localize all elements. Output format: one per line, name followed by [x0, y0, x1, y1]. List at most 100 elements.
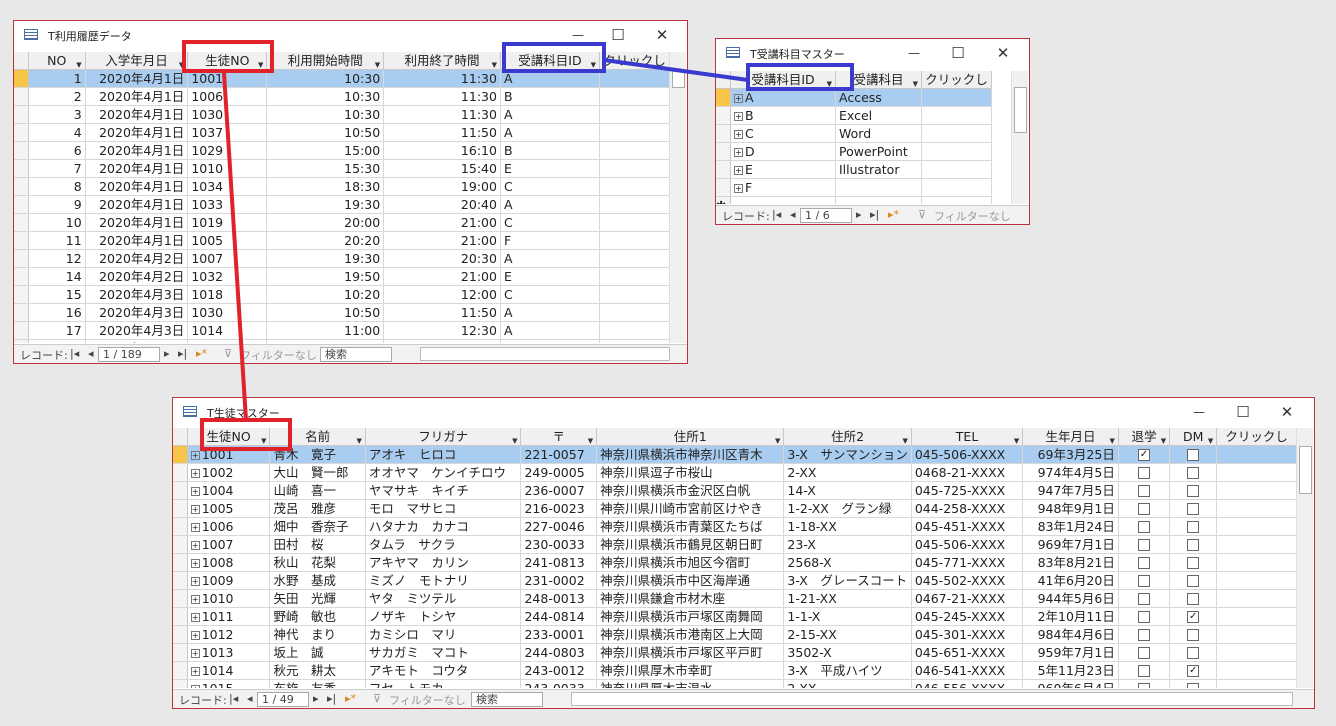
table-row[interactable]: +1006 畑中 香奈子 ハタナカ カナコ 227-0046 神奈川県横浜市青葉区たちば…	[173, 517, 1297, 536]
table-cell[interactable]: 216-0023	[520, 499, 598, 518]
table-cell[interactable]	[1216, 661, 1297, 680]
table-row[interactable]: 182020年4月3日100611:5012:50B	[14, 339, 670, 343]
table-row[interactable]: + E Illustrator	[716, 160, 992, 179]
table-cell[interactable]: A	[500, 249, 600, 268]
table-cell[interactable]: ヤタ ミツテル	[365, 589, 522, 608]
table-cell[interactable]: 2020年4月2日	[85, 249, 189, 268]
table-cell[interactable]	[599, 87, 670, 106]
table-cell[interactable]: 2-15-XX	[783, 625, 912, 644]
table-cell[interactable]: 12:00	[383, 285, 501, 304]
table-cell[interactable]: Access	[835, 88, 922, 107]
next-record-icon[interactable]: ▸	[313, 692, 319, 705]
table-cell[interactable]	[599, 213, 670, 232]
table-cell[interactable]	[1169, 517, 1218, 536]
table-cell[interactable]: +1009	[187, 571, 271, 590]
table-cell[interactable]: +1002	[187, 463, 271, 482]
table-cell[interactable]	[599, 141, 670, 160]
table-cell[interactable]	[921, 142, 992, 161]
table-cell[interactable]	[1118, 589, 1171, 608]
new-record-icon[interactable]: ▸*	[196, 347, 207, 360]
dm-checkbox[interactable]: ✓	[1187, 665, 1200, 677]
dm-checkbox[interactable]	[1187, 539, 1200, 551]
table-cell[interactable]: 神奈川県鎌倉市材木座	[596, 589, 785, 608]
table-cell[interactable]: アキヤマ カリン	[365, 553, 522, 572]
record-selector[interactable]	[173, 607, 188, 626]
table-cell[interactable]: 20:30	[383, 249, 501, 268]
record-position-field[interactable]: 1 / 189	[98, 347, 160, 362]
table-cell[interactable]	[599, 249, 670, 268]
dm-checkbox[interactable]: ✓	[1187, 611, 1200, 623]
table-cell[interactable]: 野崎 敏也	[269, 607, 366, 626]
table-cell[interactable]	[1118, 607, 1171, 626]
dm-checkbox[interactable]	[1187, 503, 1200, 515]
table-cell[interactable]: +1013	[187, 643, 271, 662]
table-cell[interactable]	[1216, 625, 1297, 644]
table-cell[interactable]	[599, 195, 670, 214]
table-cell[interactable]: 2020年4月2日	[85, 267, 189, 286]
table-cell[interactable]: + E	[730, 160, 836, 179]
table-cell[interactable]: 1019	[187, 213, 268, 232]
table-cell[interactable]: Word	[835, 124, 922, 143]
table-cell[interactable]: 18	[28, 339, 86, 343]
dropdown-arrow-icon[interactable]: ▼	[492, 57, 497, 69]
table-cell[interactable]: ✓	[1169, 661, 1218, 680]
table-cell[interactable]	[921, 88, 992, 107]
table-cell[interactable]: 227-0046	[520, 517, 598, 536]
table-cell[interactable]	[1169, 589, 1218, 608]
table-cell[interactable]: 984年4月6日	[1022, 625, 1119, 644]
table-row[interactable]: 11 2020年4月1日 1005 20:20 21:00 F	[14, 231, 670, 250]
last-record-icon[interactable]: ▸|	[870, 208, 879, 221]
table-cell[interactable]: 1005	[187, 231, 268, 250]
table-cell[interactable]: 3-X 平成ハイツ	[783, 661, 912, 680]
table-cell[interactable]: 3-X サンマンション	[783, 445, 912, 464]
record-selector[interactable]	[14, 303, 29, 322]
table-cell[interactable]: 11:30	[383, 69, 501, 88]
column-header[interactable]: 住所2 ▼	[783, 428, 912, 446]
table-cell[interactable]: タムラ サクラ	[365, 535, 522, 554]
record-selector[interactable]	[173, 571, 188, 590]
table-cell[interactable]	[835, 196, 922, 204]
table-cell[interactable]: 1030	[187, 303, 268, 322]
select-all-corner[interactable]	[173, 428, 188, 446]
table-cell[interactable]: 16:10	[383, 141, 501, 160]
record-selector[interactable]	[173, 535, 188, 554]
column-header[interactable]: 退学 ▼	[1118, 428, 1171, 446]
table-cell[interactable]: 20:00	[266, 213, 385, 232]
table-row[interactable]: 17 2020年4月3日 1014 11:00 12:30 A	[14, 321, 670, 340]
table-cell[interactable]: 2020年4月1日	[85, 195, 189, 214]
table-cell[interactable]: 畑中 香奈子	[269, 517, 366, 536]
table-cell[interactable]: 2020年4月1日	[85, 231, 189, 250]
record-selector[interactable]	[14, 159, 29, 178]
record-selector[interactable]	[173, 445, 188, 464]
dm-checkbox[interactable]	[1187, 449, 1200, 461]
table-cell[interactable]: 3502-X	[783, 643, 912, 662]
table-cell[interactable]: 83年1月24日	[1022, 517, 1119, 536]
table-cell[interactable]: 045-451-XXXX	[911, 517, 1024, 536]
table-cell[interactable]: 1037	[187, 123, 268, 142]
record-selector[interactable]	[173, 643, 188, 662]
table-cell[interactable]: B	[500, 87, 600, 106]
table-cell[interactable]	[1118, 481, 1171, 500]
expand-icon[interactable]: +	[734, 111, 743, 121]
record-position-field[interactable]: 1 / 6	[800, 208, 852, 223]
table-cell[interactable]: 神奈川県横浜市鶴見区朝日町	[596, 535, 785, 554]
table-cell[interactable]: 2020年4月1日	[85, 177, 189, 196]
table-cell[interactable]: 231-0002	[520, 571, 598, 590]
table-cell[interactable]: 11:00	[266, 321, 385, 340]
table-cell[interactable]: 11:50	[266, 339, 385, 343]
record-selector[interactable]	[173, 553, 188, 572]
table-cell[interactable]: 7	[28, 159, 86, 178]
table-cell[interactable]: 0468-21-XXXX	[911, 463, 1024, 482]
taigaku-checkbox[interactable]	[1137, 521, 1150, 533]
table-cell[interactable]: 044-258-XXXX	[911, 499, 1024, 518]
table-cell[interactable]: 1033	[187, 195, 268, 214]
table-cell[interactable]	[599, 231, 670, 250]
record-selector[interactable]	[14, 249, 29, 268]
table-cell[interactable]: 神奈川県横浜市戸塚区南舞岡	[596, 607, 785, 626]
taigaku-checkbox[interactable]	[1137, 467, 1150, 479]
table-row[interactable]: 4 2020年4月1日 1037 10:50 11:50 A	[14, 123, 670, 142]
table-cell[interactable]: 241-0813	[520, 553, 598, 572]
table-cell[interactable]: 神奈川県横浜市金沢区白帆	[596, 481, 785, 500]
record-selector[interactable]	[716, 142, 731, 161]
table-cell[interactable]	[1118, 625, 1171, 644]
